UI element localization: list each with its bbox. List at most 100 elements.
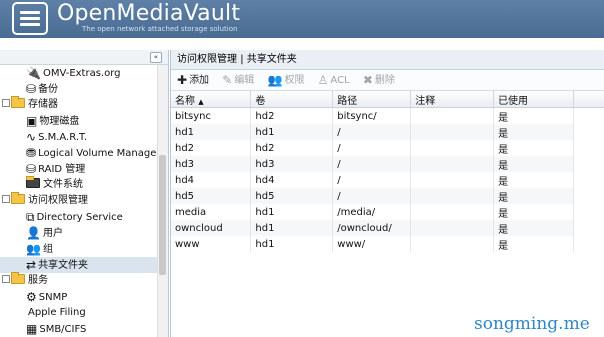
collapse-sidebar-button[interactable]: «: [150, 52, 162, 63]
sidebar-item-apple-filing[interactable]: Apple Filing: [0, 305, 168, 321]
cell-path: /: [332, 140, 412, 156]
table-row[interactable]: hd2 hd2/是: [171, 140, 574, 156]
sidebar-item-label: Apple Filing: [28, 307, 86, 318]
acl-button[interactable]: ♙ ACL: [318, 70, 350, 91]
column-header-name[interactable]: 名称 ▲: [171, 91, 252, 108]
expander-icon[interactable]: [2, 195, 10, 203]
cell-comment: [410, 107, 495, 124]
delete-button[interactable]: ✖ 删除: [363, 70, 395, 91]
sidebar-item-filesystems[interactable]: 文件系统: [0, 176, 168, 193]
cell-comment: [410, 124, 495, 140]
table-row[interactable]: bitsync hd2 bitsync/是: [171, 107, 574, 124]
breadcrumb: 访问权限管理 | 共享文件夹: [171, 50, 604, 70]
cell-used: 是: [493, 140, 574, 156]
cell-used: 是: [493, 236, 574, 252]
sidebar-item-label: SMB/CIFS: [39, 324, 87, 335]
cell-name: bitsync: [171, 107, 252, 124]
sidebar-item-directory-service[interactable]: ⧉ Directory Service: [0, 209, 168, 225]
sort-asc-icon: ▲: [198, 97, 204, 106]
sidebar-group-storage[interactable]: 存储器: [0, 96, 168, 113]
sidebar-item-users[interactable]: 👤 用户: [0, 225, 168, 241]
cell-path: /: [332, 172, 412, 188]
folder-icon: [11, 192, 25, 204]
permissions-button[interactable]: 👥 权限: [268, 70, 305, 91]
sidebar-item-snmp[interactable]: ⚙ SNMP: [0, 289, 168, 305]
cell-path: /: [332, 156, 412, 172]
acl-label: ACL: [330, 75, 350, 86]
sidebar-item-physical-disks[interactable]: ▣ 物理磁盘: [0, 113, 168, 129]
sidebar-group-services[interactable]: 服务: [0, 272, 168, 289]
shared-folders-table: 名称 ▲ 卷 路径 注释 已使用 bitsync hd2 bitsync/是 hd1…: [171, 91, 574, 252]
cell-path: bitsync/: [332, 107, 412, 124]
folder-icon: [11, 272, 25, 284]
cell-volume: hd1: [250, 220, 334, 236]
cell-comment: [410, 236, 495, 252]
plus-icon: ✚: [177, 73, 188, 87]
cell-name: hd3: [171, 156, 252, 172]
add-label: 添加: [189, 75, 210, 86]
edit-button[interactable]: ✎ 编辑: [222, 70, 254, 91]
tree-list: 🔌 OMV-Extras.org ⛁ 备份 存储器 ▣ 物理磁盘 ∿ S.M.A.R.T…: [0, 65, 168, 337]
folder-icon: [11, 96, 25, 108]
cell-name: hd1: [171, 124, 252, 140]
column-header-volume[interactable]: 卷: [250, 91, 334, 108]
cell-name: www: [171, 236, 252, 252]
person-icon: ♙: [317, 73, 329, 87]
disk-icon: ▣: [26, 114, 38, 128]
cell-used: 是: [493, 172, 574, 188]
cell-path: /: [332, 124, 412, 140]
menu-icon[interactable]: [12, 2, 48, 35]
brand-tagline: The open network attached storage soluti…: [82, 25, 238, 33]
sidebar-item-label: 文件系统: [43, 179, 83, 190]
sidebar-item-smart[interactable]: ∿ S.M.A.R.T.: [0, 129, 168, 145]
edit-label: 编辑: [234, 75, 255, 86]
pencil-icon: ✎: [222, 73, 233, 87]
cell-volume: hd4: [250, 172, 334, 188]
delete-icon: ✖: [362, 73, 373, 87]
cell-name: hd5: [171, 188, 252, 204]
table-row[interactable]: hd3 hd3/是: [171, 156, 574, 172]
column-header-used[interactable]: 已使用: [493, 91, 574, 108]
cell-path: /media/: [332, 204, 412, 220]
cell-comment: [410, 188, 495, 204]
cell-used: 是: [493, 220, 574, 236]
sidebar-item-smb[interactable]: ▦ SMB/CIFS: [0, 321, 168, 337]
table-row[interactable]: hd5 hd5/是: [171, 188, 574, 204]
sidebar-item-lvm[interactable]: ⛃ Logical Volume Manageme: [0, 145, 168, 161]
backup-icon: ⛁: [26, 82, 37, 96]
sidebar-item-label: Logical Volume Manageme: [38, 148, 169, 159]
table-row[interactable]: hd4 hd4/是: [171, 172, 574, 188]
cell-volume: hd2: [250, 107, 334, 124]
users-icon: 👥: [267, 73, 283, 87]
table-row[interactable]: hd1 hd1/是: [171, 124, 574, 140]
sidebar-scrollbar[interactable]: [157, 65, 168, 337]
table-row[interactable]: media hd1/media/是: [171, 204, 574, 220]
cell-comment: [410, 156, 495, 172]
sidebar-item-backup[interactable]: ⛁ 备份: [0, 81, 168, 97]
cell-name: owncloud: [171, 220, 252, 236]
table-row[interactable]: www hd1 www/是: [171, 236, 574, 252]
cell-used: 是: [493, 204, 574, 220]
expander-icon[interactable]: [2, 99, 10, 107]
scrollbar-thumb[interactable]: [159, 155, 166, 275]
user-icon: 👤: [26, 226, 41, 240]
table-row[interactable]: owncloud hd1/owncloud/是: [171, 220, 574, 236]
sidebar-group-access-rights[interactable]: 访问权限管理: [0, 192, 168, 209]
cell-name: media: [171, 204, 252, 220]
add-button[interactable]: ✚ 添加: [177, 70, 209, 91]
sidebar-item-groups[interactable]: 👥 组: [0, 241, 168, 257]
cell-comment: [410, 220, 495, 236]
expander-icon[interactable]: [2, 275, 10, 283]
cell-volume: hd1: [250, 124, 334, 140]
filesystem-icon: [26, 176, 40, 188]
app-header: OpenMediaVault The open network attached…: [0, 0, 604, 38]
shared-folders-grid: 名称 ▲ 卷 路径 注释 已使用 bitsync hd2 bitsync/是 hd1…: [171, 91, 604, 252]
sidebar-item-label: SNMP: [38, 292, 68, 303]
sidebar-item-label: OMV-Extras.org: [42, 68, 121, 79]
sidebar-item-label: 组: [42, 244, 53, 255]
column-header-comment[interactable]: 注释: [410, 91, 495, 108]
sidebar-item-raid[interactable]: ⛁ RAID 管理: [0, 161, 168, 177]
sidebar-item-omv-extras[interactable]: 🔌 OMV-Extras.org: [0, 65, 168, 81]
sidebar-item-shared-folders[interactable]: ⇄ 共享文件夹: [0, 257, 168, 273]
column-header-path[interactable]: 路径: [332, 91, 412, 108]
